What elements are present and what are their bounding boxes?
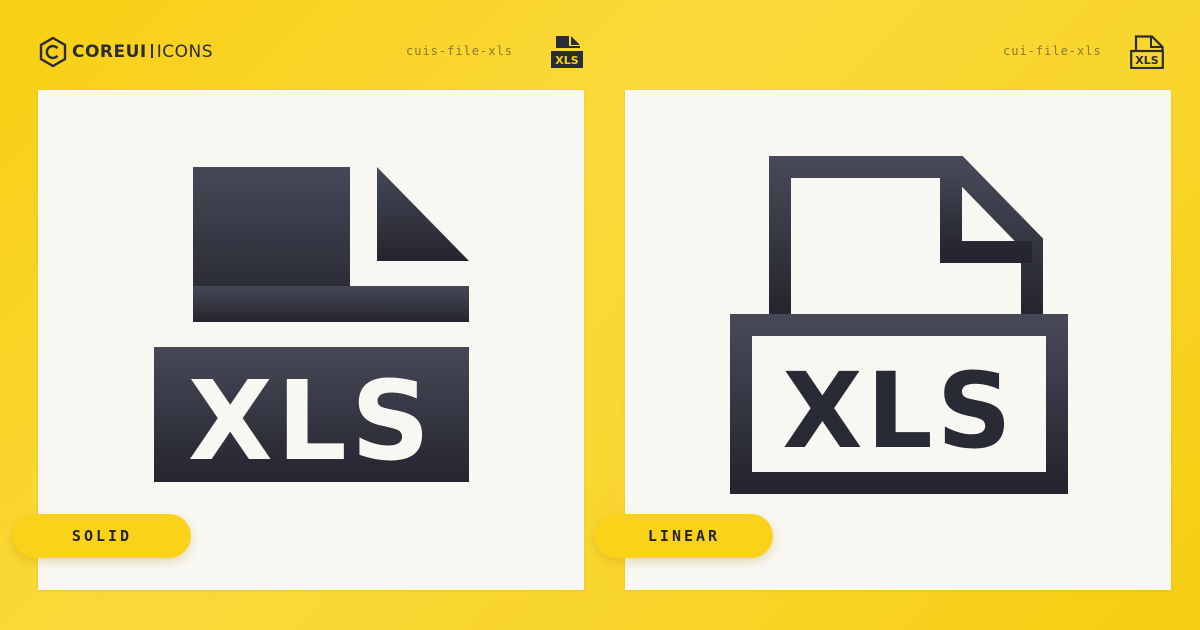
coreui-logo-icon	[39, 36, 67, 68]
linear-badge: LINEAR	[595, 514, 773, 558]
coreui-icons-logo: COREUI ICONS	[38, 36, 213, 68]
mini-linear-glyph-text: XLS	[1135, 54, 1158, 67]
solid-glyph-text: XLS	[188, 357, 434, 485]
file-xls-solid-mini-icon: XLS	[551, 36, 583, 68]
file-xls-linear-mini-icon: XLS	[1130, 35, 1164, 69]
solid-icon-name: cuis-file-xls	[406, 44, 513, 58]
solid-badge: SOLID	[13, 514, 191, 558]
brand-name-light: ICONS	[156, 42, 214, 62]
brand-name-bold: COREUI	[72, 42, 147, 62]
linear-glyph-text: XLS	[782, 350, 1015, 472]
linear-icon-name: cui-file-xls	[1003, 44, 1102, 58]
mini-solid-glyph-text: XLS	[555, 54, 578, 67]
